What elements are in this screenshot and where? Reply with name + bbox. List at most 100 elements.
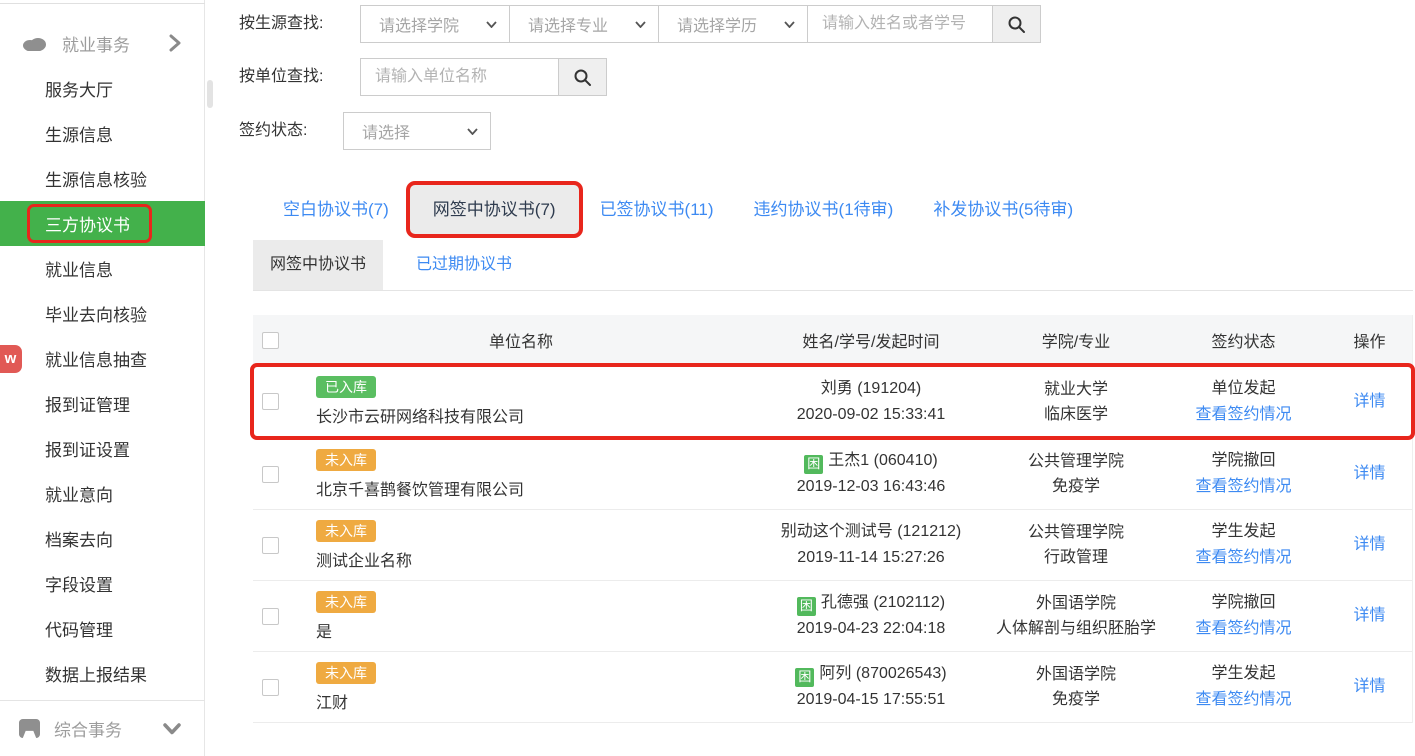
sidebar-item-就业信息[interactable]: 就业信息	[0, 246, 205, 291]
company-name: 北京千喜鹊餐饮管理有限公司	[316, 476, 524, 500]
sidebar-top-divider	[0, 3, 205, 4]
degree-select[interactable]: 请选择学历	[658, 5, 808, 43]
sidebar-item-label: 服务大厅	[45, 76, 113, 101]
header-name-id-time: 姓名/学号/发起时间	[751, 328, 991, 352]
filter-by-source-label: 按生源查找:	[239, 5, 323, 43]
major-select[interactable]: 请选择专业	[509, 5, 659, 43]
table-body: 已入库 长沙市云研网络科技有限公司 刘勇 (191204) 2020-09-02…	[253, 365, 1412, 723]
subtab-网签中协议书[interactable]: 网签中协议书	[253, 240, 383, 290]
tab-label: 已签协议书(11)	[600, 200, 714, 219]
subtab-已过期协议书[interactable]: 已过期协议书	[399, 240, 529, 290]
app-root: 就业事务 服务大厅 生源信息 生源信息核验 三方协议书 就业信息 毕业去向核验	[0, 0, 1415, 756]
sidebar-item-三方协议书[interactable]: 三方协议书	[0, 201, 205, 246]
sidebar-item-档案去向[interactable]: 档案去向	[0, 516, 205, 561]
view-signing-link[interactable]: 查看签约情况	[1161, 545, 1326, 571]
sidebar-scrollbar-thumb[interactable]	[207, 80, 213, 108]
unit-search-button[interactable]	[558, 58, 607, 96]
detail-link[interactable]: 详情	[1353, 536, 1385, 553]
sidebar-item-label: 生源信息	[45, 121, 113, 146]
view-signing-link[interactable]: 查看签约情况	[1161, 402, 1326, 428]
row-checkbox[interactable]	[262, 393, 279, 410]
sidebar-item-就业意向[interactable]: 就业意向	[0, 471, 205, 516]
search-icon	[1007, 15, 1026, 34]
sidebar-item-生源信息核验[interactable]: 生源信息核验	[0, 156, 205, 201]
sidebar-item-服务大厅[interactable]: 服务大厅	[0, 66, 205, 111]
sidebar-menu: 服务大厅 生源信息 生源信息核验 三方协议书 就业信息 毕业去向核验 w 就业信…	[0, 66, 205, 696]
search-icon	[573, 68, 592, 87]
view-signing-link[interactable]: 查看签约情况	[1161, 474, 1326, 500]
sidebar-item-label: 代码管理	[45, 616, 113, 641]
detail-link[interactable]: 详情	[1353, 607, 1385, 624]
sidebar-item-代码管理[interactable]: 代码管理	[0, 606, 205, 651]
chevron-down-icon	[486, 21, 497, 28]
initiated-time: 2019-12-03 16:43:46	[751, 474, 991, 500]
detail-link[interactable]: 详情	[1353, 465, 1385, 482]
view-signing-link[interactable]: 查看签约情况	[1161, 687, 1326, 713]
sidebar-section-employment[interactable]: 就业事务	[0, 20, 205, 66]
view-signing-link[interactable]: 查看签约情况	[1161, 616, 1326, 642]
company-name: 是	[316, 618, 332, 642]
sign-status-label: 签约状态:	[239, 112, 307, 150]
inbox-icon	[18, 718, 41, 739]
unit-filter-row	[360, 58, 607, 96]
detail-link[interactable]: 详情	[1353, 678, 1385, 695]
sidebar-item-生源信息[interactable]: 生源信息	[0, 111, 205, 156]
major: 免疫学	[991, 687, 1161, 712]
poverty-badge: 困	[804, 455, 823, 474]
tab-网签中协议书(7)[interactable]: 网签中协议书(7)	[409, 185, 580, 235]
agreement-subtabs: 网签中协议书 已过期协议书	[253, 240, 1413, 291]
sidebar-item-字段设置[interactable]: 字段设置	[0, 561, 205, 606]
sidebar-item-label: 数据上报结果	[45, 661, 147, 686]
tab-违约协议书(1待审)[interactable]: 违约协议书(1待审)	[734, 185, 914, 235]
tab-空白协议书(7)[interactable]: 空白协议书(7)	[263, 185, 409, 235]
student-search-input[interactable]	[807, 5, 993, 43]
initiated-time: 2019-11-14 15:27:26	[751, 545, 991, 571]
tab-label: 空白协议书(7)	[283, 200, 389, 219]
storage-status-badge: 未入库	[316, 520, 376, 542]
sidebar-item-报到证管理[interactable]: 报到证管理	[0, 381, 205, 426]
sign-status: 学生发起	[1161, 661, 1326, 687]
sidebar-item-label: 就业信息抽查	[45, 346, 147, 371]
sidebar-item-数据上报结果[interactable]: 数据上报结果	[0, 651, 205, 696]
sign-status: 学院撤回	[1161, 590, 1326, 616]
poverty-badge: 困	[795, 668, 814, 687]
subtab-label: 网签中协议书	[270, 256, 366, 273]
sign-status: 学生发起	[1161, 519, 1326, 545]
college-select[interactable]: 请选择学院	[360, 5, 510, 43]
table-row: 已入库 长沙市云研网络科技有限公司 刘勇 (191204) 2020-09-02…	[253, 365, 1412, 439]
sidebar-item-label: 生源信息核验	[45, 166, 147, 191]
student-name-id: 别动这个测试号 (121212)	[781, 523, 962, 540]
header-sign-status: 签约状态	[1161, 328, 1326, 352]
header-action: 操作	[1326, 328, 1413, 352]
filter-by-unit-label: 按单位查找:	[239, 58, 323, 96]
sidebar-item-label: 字段设置	[45, 571, 113, 596]
row-checkbox[interactable]	[262, 537, 279, 554]
sidebar-item-毕业去向核验[interactable]: 毕业去向核验	[0, 291, 205, 336]
chevron-down-icon	[467, 128, 478, 135]
chevron-down-icon	[163, 723, 181, 735]
student-search-button[interactable]	[992, 5, 1041, 43]
sign-status-select[interactable]: 请选择	[343, 112, 491, 150]
tab-补发协议书(5待审)[interactable]: 补发协议书(5待审)	[913, 185, 1093, 235]
sidebar-section-general[interactable]: 综合事务	[0, 700, 205, 756]
sidebar-item-label: 就业信息	[45, 256, 113, 281]
major: 临床医学	[991, 402, 1161, 427]
sidebar-item-就业信息抽查[interactable]: w 就业信息抽查	[0, 336, 205, 381]
row-checkbox[interactable]	[262, 679, 279, 696]
cloud-icon	[20, 34, 48, 52]
detail-link[interactable]: 详情	[1353, 393, 1385, 410]
student-name-id: 孔德强 (2102112)	[821, 594, 945, 611]
tab-已签协议书(11)[interactable]: 已签协议书(11)	[580, 185, 734, 235]
select-all-checkbox[interactable]	[262, 332, 279, 349]
agreement-tabs: 空白协议书(7) 网签中协议书(7) 已签协议书(11) 违约协议书(1待审) …	[263, 185, 1093, 235]
row-checkbox[interactable]	[262, 466, 279, 483]
tab-label: 网签中协议书(7)	[433, 200, 556, 219]
sidebar-section-label: 就业事务	[62, 31, 130, 56]
unit-search-input[interactable]	[360, 58, 559, 96]
sidebar-footer-label: 综合事务	[54, 716, 122, 741]
source-filter-row: 请选择学院 请选择专业 请选择学历	[360, 5, 1041, 43]
sidebar-item-label: 档案去向	[45, 526, 113, 551]
tab-label: 违约协议书(1待审)	[754, 200, 894, 219]
sidebar-item-报到证设置[interactable]: 报到证设置	[0, 426, 205, 471]
row-checkbox[interactable]	[262, 608, 279, 625]
